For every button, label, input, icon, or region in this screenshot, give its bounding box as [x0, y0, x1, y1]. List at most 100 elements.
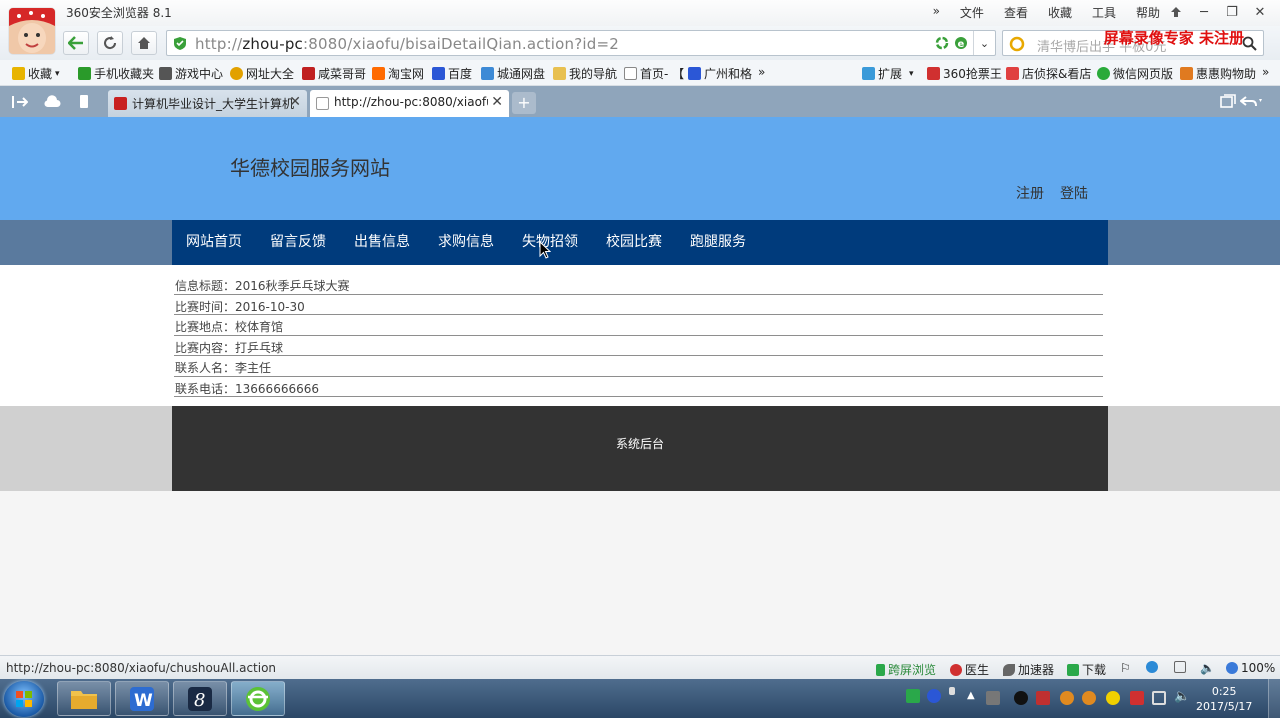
bookmark-label: 百度: [448, 67, 473, 81]
tab-active[interactable]: http://zhou-pc:8080/xiaofu/ ✕: [310, 90, 509, 117]
taskbar-wps[interactable]: W: [115, 681, 169, 716]
window-button[interactable]: [1174, 661, 1186, 673]
minimize-icon[interactable]: ─: [1190, 2, 1218, 22]
tab-close-icon[interactable]: ✕: [289, 94, 301, 110]
nav-errand[interactable]: 跑腿服务: [690, 220, 746, 265]
register-link[interactable]: 注册: [1016, 183, 1044, 203]
page-icon: [316, 97, 329, 110]
cross-screen-button[interactable]: 跨屏浏览: [876, 661, 936, 678]
bookmark-baidu[interactable]: 百度: [432, 65, 472, 82]
tab-inactive[interactable]: 计算机毕业设计_大学生计算机 ✕: [108, 90, 307, 117]
bookmark-label: 360抢票王: [943, 67, 1002, 81]
close-icon[interactable]: ✕: [1246, 2, 1274, 22]
bookmarks-right-more[interactable]: »: [1262, 65, 1269, 79]
window-list-icon[interactable]: [1220, 94, 1236, 108]
tray-network-icon[interactable]: [949, 687, 955, 695]
recycle-icon[interactable]: [935, 36, 949, 50]
tab-label: http://zhou-pc:8080/xiaofu/: [334, 95, 498, 109]
tab-label: 计算机毕业设计_大学生计算机: [132, 97, 295, 111]
bookmark-games[interactable]: 游戏中心: [159, 65, 223, 82]
clock-date: 2017/5/17: [1196, 700, 1253, 713]
bookmark-ticket[interactable]: 360抢票王: [927, 65, 1002, 82]
shop-icon: [1006, 67, 1019, 80]
restore-icon[interactable]: ❐: [1218, 2, 1246, 22]
nav-competition[interactable]: 校园比赛: [606, 220, 662, 265]
tray-tiger-icon[interactable]: [1060, 691, 1074, 705]
tray-qq-icon[interactable]: [1014, 691, 1028, 705]
undo-close-icon[interactable]: [1240, 94, 1264, 108]
mobile-icon[interactable]: [79, 94, 89, 109]
cloud-icon[interactable]: [43, 95, 61, 108]
taskbar-360-browser[interactable]: [231, 681, 285, 716]
show-desktop-button[interactable]: [1268, 679, 1280, 718]
bookmark-ctdisk[interactable]: 城通网盘: [481, 65, 545, 82]
bookmark-label: 咸菜哥哥: [318, 67, 367, 81]
bookmark-mynav[interactable]: 我的导航: [553, 65, 617, 82]
download-button[interactable]: 下载: [1067, 661, 1106, 678]
menu-tools[interactable]: 工具: [1082, 4, 1126, 21]
svg-text:e: e: [958, 39, 965, 50]
tray-app-icon[interactable]: [986, 691, 1000, 705]
new-tab-button[interactable]: +: [512, 92, 536, 114]
accelerator-button[interactable]: 加速器: [1003, 661, 1054, 678]
bookmark-dianzhentan[interactable]: 店侦探&看店: [1006, 65, 1091, 82]
skin-icon[interactable]: [1162, 2, 1190, 22]
url-text: http://zhou-pc:8080/xiaofu/bisaiDetailQi…: [195, 35, 619, 53]
refresh-button[interactable]: [97, 31, 123, 55]
huihui-icon: [1180, 67, 1193, 80]
doctor-button[interactable]: 医生: [950, 661, 989, 678]
detail-content: 信息标题：2016秋季乒乓球大赛 比赛时间：2016-10-30 比赛地点：校体…: [0, 265, 1280, 406]
start-button[interactable]: [4, 681, 44, 717]
taskbar-eclipse[interactable]: 8: [173, 681, 227, 716]
svg-text:W: W: [134, 691, 153, 711]
volume-button[interactable]: 🔈: [1200, 661, 1215, 675]
url-dropdown-icon[interactable]: ⌄: [973, 31, 995, 55]
bookmark-huihui[interactable]: 惠惠购物助: [1180, 65, 1256, 82]
tray-shield-icon[interactable]: [1036, 691, 1050, 705]
address-bar[interactable]: http://zhou-pc:8080/xiaofu/bisaiDetailQi…: [166, 30, 996, 56]
tray-volume-icon[interactable]: 🔈: [1174, 689, 1190, 704]
zoom-button[interactable]: 100%: [1226, 661, 1275, 675]
admin-link[interactable]: 系统后台: [616, 437, 664, 451]
tab-close-icon[interactable]: ✕: [488, 94, 503, 110]
bookmark-mobile[interactable]: 手机收藏夹: [78, 65, 154, 82]
recorder-watermark: 屏幕录像专家 未注册: [1103, 29, 1244, 47]
sidebar-toggle-icon[interactable]: [12, 95, 28, 109]
bookmark-guangzhou[interactable]: 广州和格: [688, 65, 752, 82]
bookmark-wechat[interactable]: 微信网页版: [1097, 65, 1173, 82]
bookmark-extensions[interactable]: 扩展 ▾: [862, 65, 914, 82]
nav-home[interactable]: 网站首页: [186, 220, 242, 265]
tray-360-icon[interactable]: [1106, 691, 1120, 705]
menu-view[interactable]: 查看: [994, 4, 1038, 21]
login-link[interactable]: 登陆: [1060, 183, 1088, 203]
bookmark-taobao[interactable]: 淘宝网: [372, 65, 424, 82]
taskbar-clock[interactable]: 0:25 2017/5/17: [1196, 684, 1252, 714]
menu-file[interactable]: 文件: [950, 4, 994, 21]
detail-title-row: 信息标题：2016秋季乒乓球大赛: [174, 274, 1103, 295]
nav-buy[interactable]: 求购信息: [438, 220, 494, 265]
user-avatar[interactable]: [9, 8, 55, 54]
ie-mode-icon[interactable]: e: [953, 35, 969, 51]
flag-button[interactable]: ⚐: [1120, 661, 1131, 675]
tray-security-icon[interactable]: [1130, 691, 1144, 705]
home-button[interactable]: [131, 31, 157, 55]
bookmark-home[interactable]: 首页- 【: [624, 65, 684, 82]
auth-links: 注册 登陆: [1016, 183, 1088, 203]
tray-help-icon[interactable]: [927, 689, 941, 703]
back-button[interactable]: [63, 31, 89, 55]
tray-expand-icon[interactable]: ▲: [967, 690, 975, 701]
tray-s-icon[interactable]: [906, 689, 920, 703]
search-icon[interactable]: [1242, 36, 1257, 51]
nav-sell[interactable]: 出售信息: [354, 220, 410, 265]
tray-monitor-icon[interactable]: [1152, 691, 1166, 705]
bookmark-sites[interactable]: 网址大全: [230, 65, 294, 82]
tray-tiger2-icon[interactable]: [1082, 691, 1096, 705]
bookmark-xiancai[interactable]: 咸菜哥哥: [302, 65, 366, 82]
bookmark-favorites[interactable]: 收藏 ▾: [12, 65, 60, 82]
bookmarks-more[interactable]: »: [758, 65, 765, 79]
nav-feedback[interactable]: 留言反馈: [270, 220, 326, 265]
menu-favorites[interactable]: 收藏: [1038, 4, 1082, 21]
more-chevron-icon[interactable]: »: [923, 4, 950, 21]
taskbar-explorer[interactable]: [57, 681, 111, 716]
ie-button[interactable]: [1146, 661, 1158, 673]
